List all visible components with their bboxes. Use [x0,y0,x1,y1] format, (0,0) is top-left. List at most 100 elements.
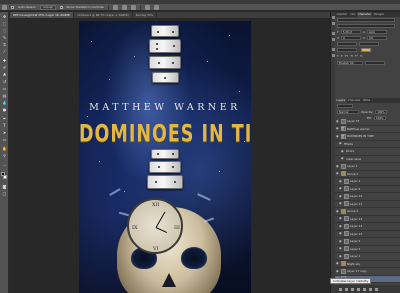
align-bottom-icon[interactable] [130,4,136,10]
layer-row[interactable]: ◉ Layer 12 [335,193,400,201]
small-caps-button[interactable]: Tr [350,54,353,58]
layer-row[interactable]: ◉ Layer 1 [335,163,400,171]
quick-mask-icon[interactable]: ◙ [2,184,7,189]
layer-visibility-eye-icon[interactable]: ◉ [339,142,342,145]
move-tool-icon[interactable] [2,4,7,10]
tab-paragraph[interactable]: Paragra [372,12,385,17]
pen-tool-icon[interactable]: ✒ [2,116,7,121]
opacity-field[interactable]: 100% [375,110,388,114]
layer-visibility-eye-icon[interactable]: ◉ [341,157,344,160]
layer-visibility-eye-icon[interactable]: ◉ [336,127,339,130]
font-family-field[interactable] [337,18,395,22]
layer-visibility-eye-icon[interactable]: ◉ [339,247,342,250]
vertical-scale-field[interactable] [337,42,357,46]
tab-channels[interactable]: Channels [347,98,362,103]
layer-row[interactable]: ◉ Night sky [335,261,400,268]
history-brush-tool-icon[interactable]: ↺ [2,79,7,84]
layer-mask-icon[interactable] [351,287,354,291]
layer-visibility-eye-icon[interactable]: ◉ [339,232,342,235]
delete-layer-icon[interactable] [375,287,378,291]
layer-visibility-eye-icon[interactable]: ◉ [336,269,339,273]
blur-tool-icon[interactable]: 💧 [2,100,7,105]
layer-visibility-eye-icon[interactable]: ◉ [336,164,339,168]
baseline-shift-field[interactable] [337,48,357,52]
distribute-icon[interactable] [153,4,159,10]
book-cover-canvas[interactable]: MATTHEW WARNER DOMINOES IN TIME XII III … [79,21,251,293]
layer-filter-dropdown[interactable] [337,104,353,108]
font-style-field[interactable] [337,24,395,28]
type-tool-icon[interactable]: T [2,123,7,128]
layer-row[interactable]: ◉ Layer 15 [335,118,400,126]
superscript-button[interactable]: T¹ [355,54,358,58]
tab-paths[interactable]: Paths [362,98,372,103]
align-top-icon[interactable] [112,4,118,10]
layer-row[interactable]: ◉ Layer 17 copy [335,268,400,276]
text-color-chip[interactable] [361,48,371,52]
crop-tool-icon[interactable]: ⌗ [2,42,7,47]
tab-character[interactable]: Character [356,12,373,17]
layer-visibility-eye-icon[interactable]: ◉ [339,187,342,190]
layer-visibility-eye-icon[interactable]: ◉ [339,217,342,220]
layer-visibility-eye-icon[interactable]: ◉ [341,149,344,153]
layer-row[interactable]: ◉ Layer 1 [335,178,400,186]
shape-tool-icon[interactable]: ▭ [2,137,7,142]
layer-row[interactable]: ◉ T DOMINOES IN TIME [335,133,400,141]
zoom-tool-icon[interactable]: ⚲ [2,153,7,158]
layer-row[interactable]: ◉ Group 2 [335,208,400,216]
layer-row[interactable]: ◉ Stroke [335,148,400,156]
new-group-icon[interactable] [363,287,366,291]
layer-visibility-eye-icon[interactable]: ◉ [339,179,342,183]
subscript-button[interactable]: T₁ [360,54,363,58]
background-color-swatch[interactable] [3,175,7,179]
adjustment-layer-icon[interactable] [357,287,360,291]
layer-visibility-eye-icon[interactable]: ◉ [339,202,342,205]
new-layer-icon[interactable] [369,287,372,291]
auto-select-checkbox[interactable] [11,5,14,9]
anti-alias-dropdown[interactable] [365,61,385,65]
tab-info[interactable]: Info [349,12,357,17]
gradient-tool-icon[interactable]: ▤ [2,93,7,98]
brush-tool-icon[interactable]: ✐ [2,65,7,70]
layer-row[interactable]: ◉ Layer 12 [335,216,400,223]
auto-select-dropdown[interactable]: Group [40,4,56,10]
link-layers-icon[interactable] [339,287,342,291]
faux-italic-button[interactable]: T [341,54,343,58]
lasso-tool-icon[interactable]: ◌ [2,28,7,33]
layer-row[interactable]: ◉ Group 1 [335,171,400,178]
layer-row[interactable]: ◉ Layer 11 [335,201,400,208]
layer-visibility-eye-icon[interactable]: ◉ [336,262,339,265]
blend-mode-dropdown[interactable]: Normal [337,110,359,114]
move-tool-icon[interactable]: ✥ [2,14,7,19]
healing-brush-tool-icon[interactable]: ✚ [2,58,7,63]
layer-visibility-eye-icon[interactable]: ◉ [339,194,342,198]
layer-row[interactable]: ◉ Layer 5 [335,186,400,193]
layer-row[interactable]: ◉ Effects [335,141,400,148]
tab-adjustments[interactable]: Adjustm [335,12,349,17]
tracking-field[interactable]: 0% [367,36,388,40]
quick-select-tool-icon[interactable]: ✎ [2,35,7,40]
layer-row[interactable]: ◉ Layer 6 [335,246,400,253]
font-size-field[interactable]: 5.26 pt [340,30,361,34]
eyedropper-tool-icon[interactable]: ⁄ [2,49,7,54]
layer-row[interactable]: ◉ Layer 9 [335,238,400,246]
eraser-tool-icon[interactable]: ▭ [2,86,7,91]
layer-visibility-eye-icon[interactable]: ◉ [336,119,339,123]
layer-row[interactable]: ◉ Outer Glow [335,156,400,163]
all-caps-button[interactable]: TT [345,54,349,58]
layer-visibility-eye-icon[interactable]: ◉ [336,134,339,138]
layer-row[interactable]: ◉ Layer 1 [335,253,400,261]
language-dropdown[interactable]: English: UK [337,61,363,65]
layer-row[interactable]: ◉ T Matthew warner [335,126,400,133]
layer-style-icon[interactable] [345,287,348,291]
path-select-tool-icon[interactable]: ➤ [2,130,7,135]
layer-visibility-eye-icon[interactable]: ◉ [336,209,339,213]
more-tools-icon[interactable]: … [2,162,7,167]
horizontal-scale-field[interactable] [359,42,379,46]
marquee-tool-icon[interactable]: ⬚ [2,21,7,26]
kerning-field[interactable]: 0 [341,36,362,40]
tab-layers[interactable]: Layers [335,98,347,103]
layer-row[interactable]: ◉ Layer 14 [335,231,400,238]
leading-field[interactable]: Auto [366,30,387,34]
layer-visibility-eye-icon[interactable]: ◉ [339,254,342,258]
screen-mode-icon[interactable]: ▢ [2,191,7,196]
